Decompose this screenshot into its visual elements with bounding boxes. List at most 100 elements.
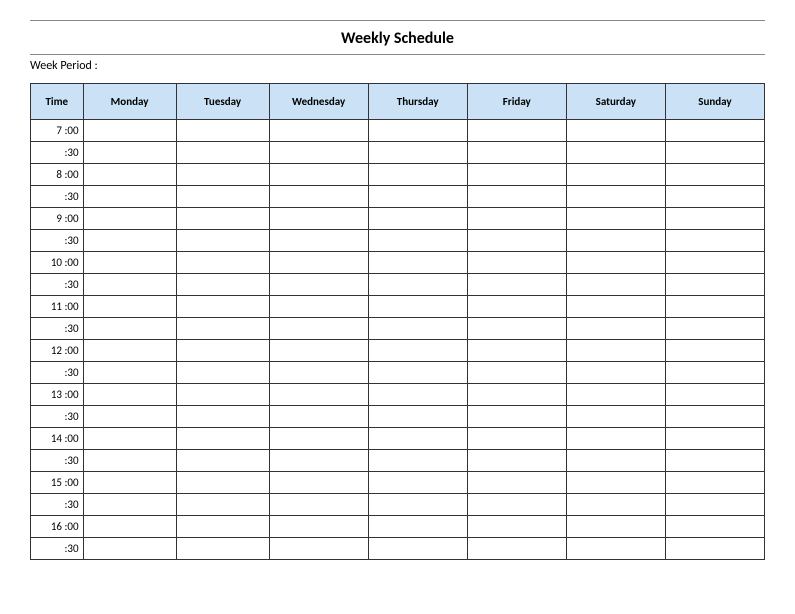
schedule-cell[interactable]: [665, 406, 764, 428]
schedule-cell[interactable]: [83, 318, 176, 340]
schedule-cell[interactable]: [566, 428, 665, 450]
schedule-cell[interactable]: [176, 406, 269, 428]
schedule-cell[interactable]: [83, 406, 176, 428]
schedule-cell[interactable]: [467, 142, 566, 164]
schedule-cell[interactable]: [467, 450, 566, 472]
schedule-cell[interactable]: [566, 252, 665, 274]
schedule-cell[interactable]: [368, 472, 467, 494]
schedule-cell[interactable]: [566, 450, 665, 472]
schedule-cell[interactable]: [83, 472, 176, 494]
schedule-cell[interactable]: [83, 186, 176, 208]
schedule-cell[interactable]: [566, 142, 665, 164]
schedule-cell[interactable]: [176, 450, 269, 472]
schedule-cell[interactable]: [83, 208, 176, 230]
schedule-cell[interactable]: [83, 296, 176, 318]
schedule-cell[interactable]: [566, 208, 665, 230]
schedule-cell[interactable]: [467, 494, 566, 516]
schedule-cell[interactable]: [176, 538, 269, 560]
schedule-cell[interactable]: [269, 274, 368, 296]
schedule-cell[interactable]: [566, 120, 665, 142]
schedule-cell[interactable]: [368, 384, 467, 406]
schedule-cell[interactable]: [368, 230, 467, 252]
schedule-cell[interactable]: [665, 296, 764, 318]
schedule-cell[interactable]: [665, 274, 764, 296]
schedule-cell[interactable]: [665, 208, 764, 230]
schedule-cell[interactable]: [269, 318, 368, 340]
schedule-cell[interactable]: [83, 428, 176, 450]
schedule-cell[interactable]: [83, 450, 176, 472]
schedule-cell[interactable]: [269, 516, 368, 538]
schedule-cell[interactable]: [467, 296, 566, 318]
schedule-cell[interactable]: [269, 142, 368, 164]
schedule-cell[interactable]: [269, 340, 368, 362]
schedule-cell[interactable]: [566, 384, 665, 406]
schedule-cell[interactable]: [665, 164, 764, 186]
schedule-cell[interactable]: [467, 164, 566, 186]
schedule-cell[interactable]: [368, 494, 467, 516]
schedule-cell[interactable]: [269, 164, 368, 186]
schedule-cell[interactable]: [665, 384, 764, 406]
schedule-cell[interactable]: [368, 164, 467, 186]
schedule-cell[interactable]: [176, 318, 269, 340]
schedule-cell[interactable]: [665, 340, 764, 362]
schedule-cell[interactable]: [269, 230, 368, 252]
schedule-cell[interactable]: [368, 274, 467, 296]
schedule-cell[interactable]: [467, 252, 566, 274]
schedule-cell[interactable]: [368, 340, 467, 362]
schedule-cell[interactable]: [176, 142, 269, 164]
schedule-cell[interactable]: [176, 252, 269, 274]
schedule-cell[interactable]: [269, 186, 368, 208]
schedule-cell[interactable]: [566, 340, 665, 362]
schedule-cell[interactable]: [176, 296, 269, 318]
schedule-cell[interactable]: [269, 538, 368, 560]
schedule-cell[interactable]: [368, 296, 467, 318]
schedule-cell[interactable]: [269, 494, 368, 516]
schedule-cell[interactable]: [467, 340, 566, 362]
schedule-cell[interactable]: [83, 230, 176, 252]
schedule-cell[interactable]: [176, 340, 269, 362]
schedule-cell[interactable]: [176, 428, 269, 450]
schedule-cell[interactable]: [176, 120, 269, 142]
schedule-cell[interactable]: [566, 186, 665, 208]
schedule-cell[interactable]: [368, 406, 467, 428]
schedule-cell[interactable]: [83, 384, 176, 406]
schedule-cell[interactable]: [83, 120, 176, 142]
schedule-cell[interactable]: [176, 362, 269, 384]
schedule-cell[interactable]: [368, 362, 467, 384]
schedule-cell[interactable]: [467, 208, 566, 230]
schedule-cell[interactable]: [467, 472, 566, 494]
schedule-cell[interactable]: [269, 362, 368, 384]
schedule-cell[interactable]: [83, 538, 176, 560]
schedule-cell[interactable]: [176, 186, 269, 208]
schedule-cell[interactable]: [368, 208, 467, 230]
schedule-cell[interactable]: [665, 186, 764, 208]
schedule-cell[interactable]: [566, 274, 665, 296]
schedule-cell[interactable]: [467, 120, 566, 142]
schedule-cell[interactable]: [467, 274, 566, 296]
schedule-cell[interactable]: [176, 472, 269, 494]
schedule-cell[interactable]: [83, 516, 176, 538]
schedule-cell[interactable]: [269, 472, 368, 494]
schedule-cell[interactable]: [467, 538, 566, 560]
schedule-cell[interactable]: [368, 538, 467, 560]
schedule-cell[interactable]: [566, 538, 665, 560]
schedule-cell[interactable]: [665, 450, 764, 472]
schedule-cell[interactable]: [566, 494, 665, 516]
schedule-cell[interactable]: [467, 516, 566, 538]
schedule-cell[interactable]: [83, 494, 176, 516]
schedule-cell[interactable]: [176, 230, 269, 252]
schedule-cell[interactable]: [467, 428, 566, 450]
schedule-cell[interactable]: [368, 252, 467, 274]
schedule-cell[interactable]: [467, 230, 566, 252]
schedule-cell[interactable]: [665, 472, 764, 494]
schedule-cell[interactable]: [269, 208, 368, 230]
schedule-cell[interactable]: [665, 516, 764, 538]
schedule-cell[interactable]: [176, 516, 269, 538]
schedule-cell[interactable]: [83, 362, 176, 384]
schedule-cell[interactable]: [566, 296, 665, 318]
schedule-cell[interactable]: [269, 120, 368, 142]
schedule-cell[interactable]: [467, 318, 566, 340]
schedule-cell[interactable]: [269, 450, 368, 472]
schedule-cell[interactable]: [176, 208, 269, 230]
schedule-cell[interactable]: [269, 428, 368, 450]
